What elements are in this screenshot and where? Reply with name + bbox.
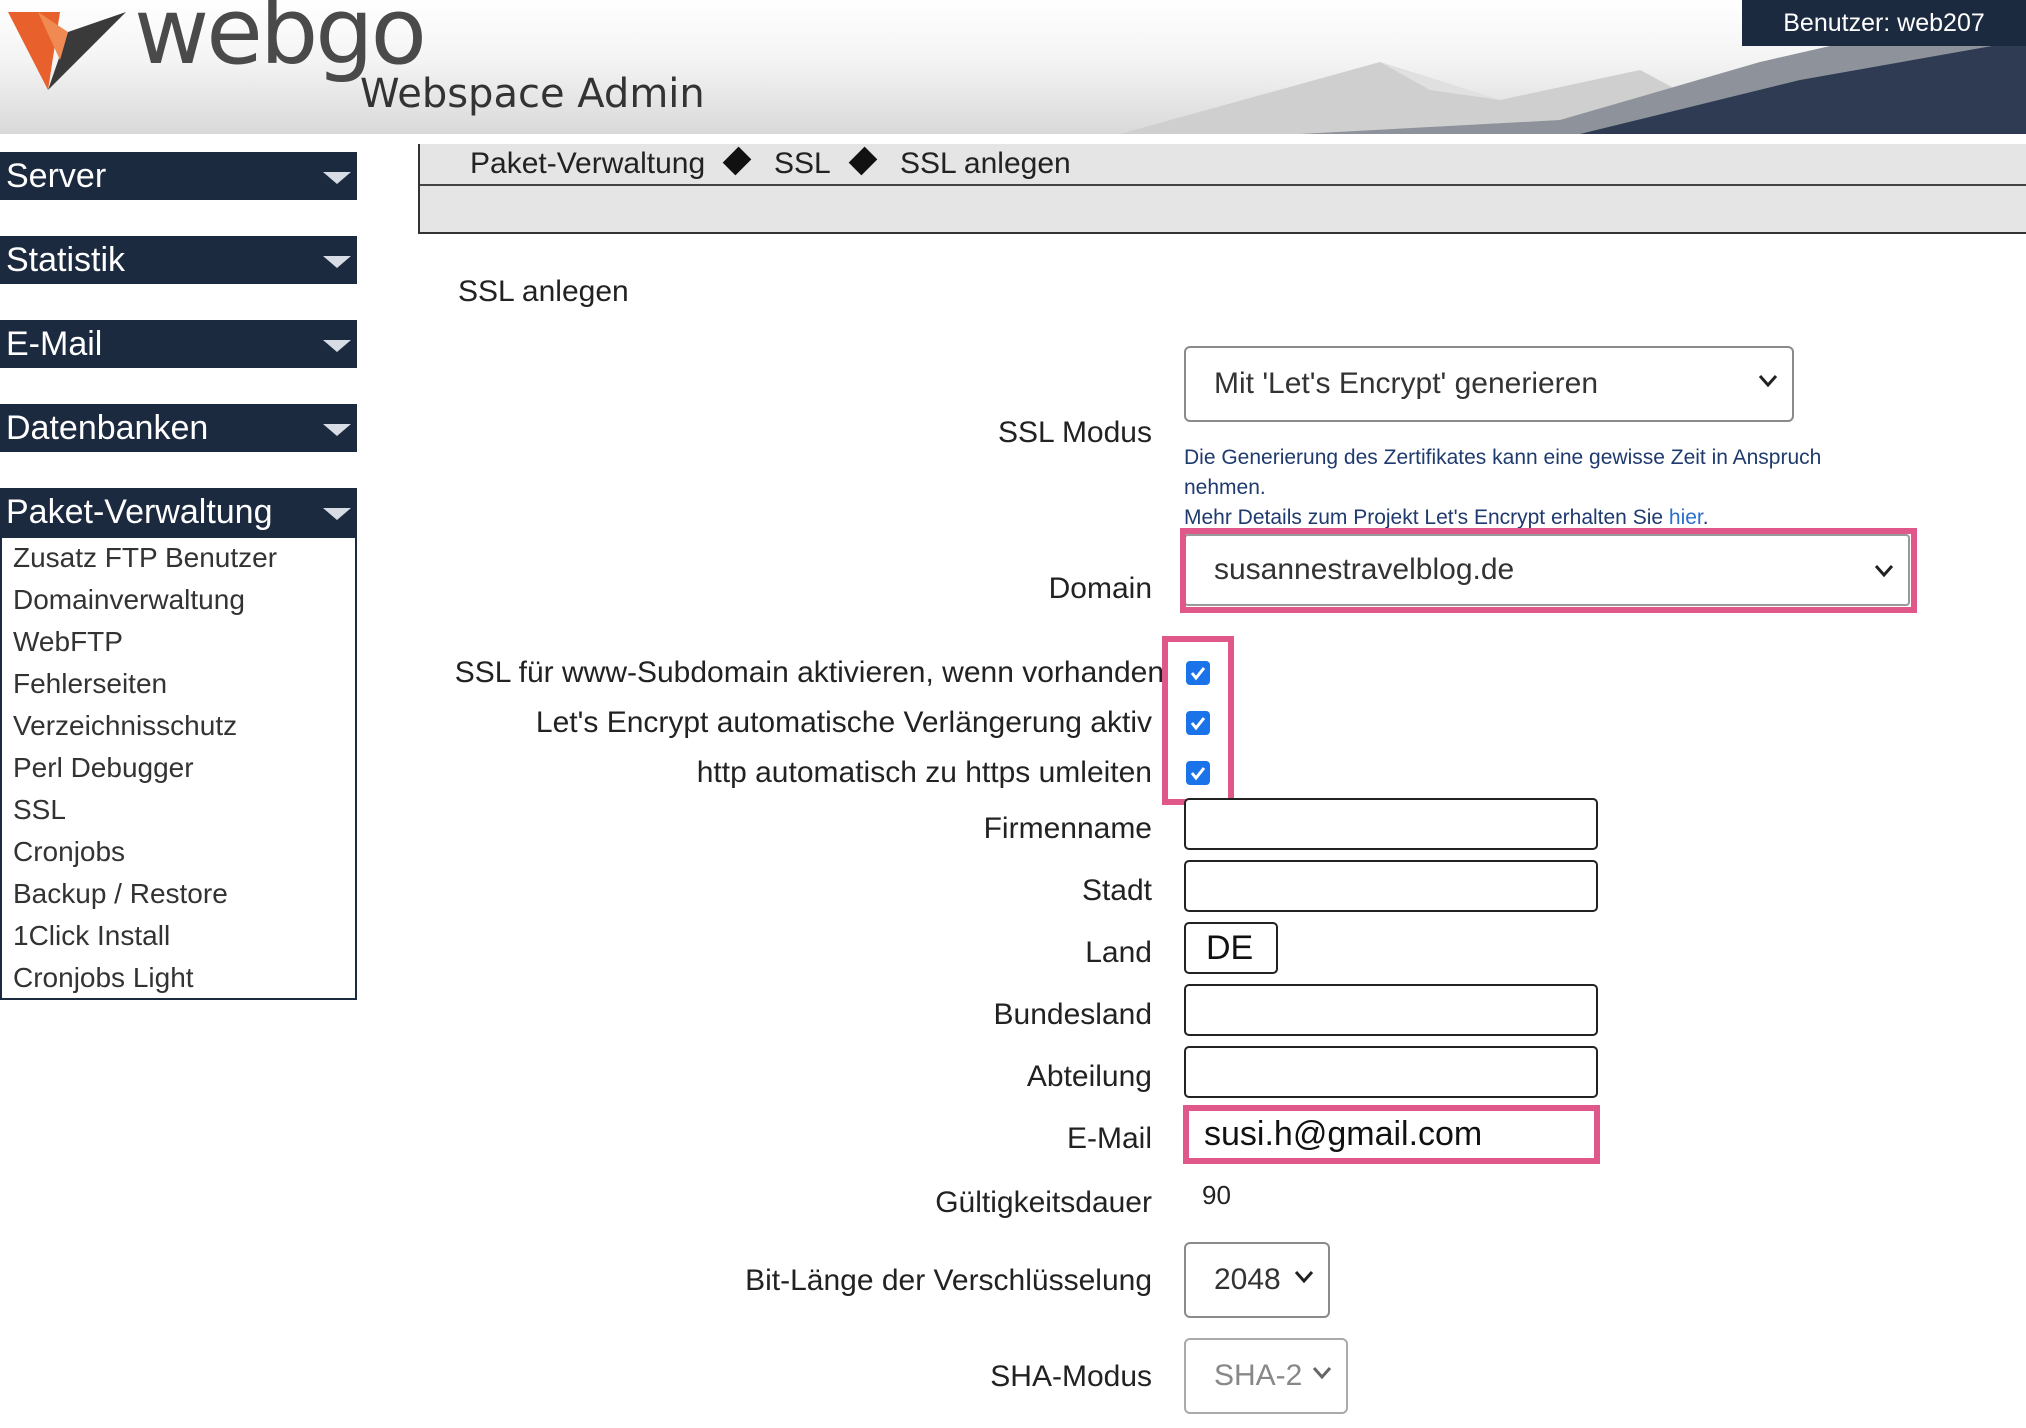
webgo-logo-icon: [8, 12, 126, 90]
ssl-mode-info-text: Mehr Details zum Projekt Let's Encrypt e…: [1184, 506, 1669, 529]
ssl-mode-info-line2: nehmen.: [1184, 476, 1266, 499]
sha-mode-label: SHA-Modus: [990, 1360, 1152, 1393]
https-redirect-label: http automatisch zu https umleiten: [696, 756, 1152, 789]
nav-section-label: E-Mail: [6, 325, 103, 363]
bit-length-label: Bit-Länge der Verschlüsselung: [745, 1264, 1152, 1297]
logo-wordmark: webgo: [134, 0, 427, 85]
bit-length-select[interactable]: 2048: [1184, 1242, 1330, 1318]
lets-encrypt-info-link[interactable]: hier: [1669, 506, 1703, 529]
domain-highlight: [1180, 528, 1917, 613]
subnav-item-webftp[interactable]: WebFTP: [13, 622, 123, 662]
caret-down-icon: [323, 508, 351, 520]
domain-label: Domain: [1048, 572, 1152, 605]
abteilung-label: Abteilung: [1026, 1060, 1152, 1093]
ssl-mode-value: Mit 'Let's Encrypt' generieren: [1214, 367, 1599, 400]
subnav-paket-verwaltung: Zusatz FTP Benutzer Domainverwaltung Web…: [0, 538, 357, 1000]
subnav-item-fehlerseiten[interactable]: Fehlerseiten: [13, 664, 167, 704]
breadcrumb: Paket-Verwaltung SSL SSL anlegen: [418, 144, 2026, 234]
nav-section-paket-verwaltung[interactable]: Paket-Verwaltung: [0, 488, 357, 538]
nav-section-statistik[interactable]: Statistik: [0, 236, 357, 284]
nav-section-label: Statistik: [6, 241, 126, 279]
land-label: Land: [1085, 936, 1152, 969]
chevron-down-icon: [1758, 375, 1778, 388]
chevron-down-icon: [1294, 1271, 1314, 1284]
bit-length-value: 2048: [1214, 1263, 1281, 1296]
email-label: E-Mail: [1066, 1122, 1152, 1155]
subnav-item-cronjobs-light[interactable]: Cronjobs Light: [13, 958, 194, 998]
subnav-item-1click-install[interactable]: 1Click Install: [13, 916, 170, 956]
caret-down-icon: [323, 172, 351, 184]
subnav-item-zusatz-ftp[interactable]: Zusatz FTP Benutzer: [13, 538, 277, 578]
stadt-input[interactable]: [1184, 860, 1598, 912]
abteilung-input[interactable]: [1184, 1046, 1598, 1098]
ssl-mode-info-end: .: [1702, 506, 1709, 529]
diamond-separator-icon: [848, 146, 878, 176]
validity-value: 90: [1202, 1180, 1231, 1210]
user-badge[interactable]: Benutzer: web207: [1742, 0, 2026, 46]
nav-section-datenbanken[interactable]: Datenbanken: [0, 404, 357, 452]
page-title: SSL anlegen: [458, 275, 629, 308]
ssl-mode-select[interactable]: Mit 'Let's Encrypt' generieren: [1184, 346, 1794, 422]
diamond-separator-icon: [722, 146, 752, 176]
chevron-down-icon: [1312, 1367, 1332, 1380]
nav-section-label: Paket-Verwaltung: [6, 493, 273, 531]
sha-mode-value: SHA-2: [1214, 1359, 1303, 1392]
nav-section-email[interactable]: E-Mail: [0, 320, 357, 368]
www-subdomain-label: SSL für www-Subdomain aktivieren, wenn v…: [454, 656, 1164, 689]
subnav-item-perl-debugger[interactable]: Perl Debugger: [13, 748, 194, 788]
ssl-mode-info-line1: Die Generierung des Zertifikates kann ei…: [1184, 446, 1822, 469]
breadcrumb-divider: [420, 184, 2026, 186]
auto-renew-label: Let's Encrypt automatische Verlängerung …: [535, 706, 1152, 739]
nav-section-label: Server: [6, 157, 107, 195]
subnav-item-verzeichnisschutz[interactable]: Verzeichnisschutz: [13, 706, 237, 746]
bundesland-label: Bundesland: [993, 998, 1152, 1031]
subnav-item-domainverwaltung[interactable]: Domainverwaltung: [13, 580, 245, 620]
logo-subtitle: Webspace Admin: [360, 71, 705, 117]
breadcrumb-ssl[interactable]: SSL: [774, 144, 831, 184]
firmenname-input[interactable]: [1184, 798, 1598, 850]
caret-down-icon: [323, 424, 351, 436]
land-input[interactable]: [1184, 922, 1278, 974]
breadcrumb-paket-verwaltung[interactable]: Paket-Verwaltung: [470, 144, 705, 184]
firmenname-label: Firmenname: [983, 812, 1152, 845]
sha-mode-select[interactable]: SHA-2: [1184, 1338, 1348, 1414]
nav-section-server[interactable]: Server: [0, 152, 357, 200]
validity-label: Gültigkeitsdauer: [935, 1186, 1152, 1219]
caret-down-icon: [323, 256, 351, 268]
ssl-mode-label: SSL Modus: [998, 416, 1152, 449]
email-highlight: [1183, 1105, 1600, 1164]
breadcrumb-ssl-anlegen: SSL anlegen: [900, 147, 1071, 180]
stadt-label: Stadt: [1081, 874, 1152, 907]
subnav-item-cronjobs[interactable]: Cronjobs: [13, 832, 125, 872]
subnav-item-backup-restore[interactable]: Backup / Restore: [13, 874, 228, 914]
subnav-item-ssl[interactable]: SSL: [13, 790, 66, 830]
checkbox-highlight: [1162, 636, 1234, 805]
app-header: webgo Webspace Admin Benutzer: web207: [0, 0, 2026, 134]
bundesland-input[interactable]: [1184, 984, 1598, 1036]
caret-down-icon: [323, 340, 351, 352]
nav-section-label: Datenbanken: [6, 409, 209, 447]
